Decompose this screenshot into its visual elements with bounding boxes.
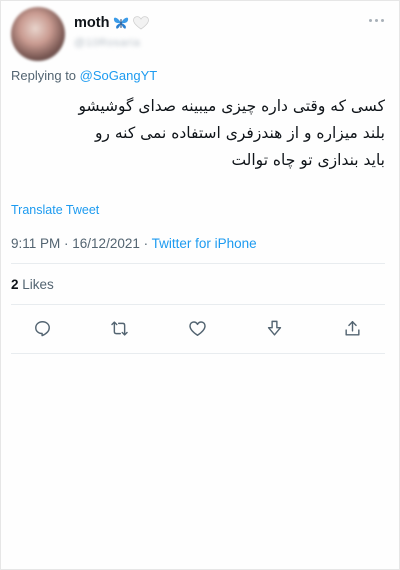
likes-count-link[interactable]: 2 Likes: [11, 277, 54, 292]
tweet-source-link[interactable]: Twitter for iPhone: [152, 236, 257, 251]
retweet-icon: [111, 320, 128, 336]
meta-separator: ·: [139, 236, 152, 251]
dot-icon: [375, 18, 378, 22]
tweet-header: moth @10Rosaria: [11, 7, 389, 63]
divider: [11, 263, 385, 264]
share-button[interactable]: [341, 317, 363, 339]
share-icon: [344, 320, 360, 336]
tweet-time[interactable]: 9:11 PM: [11, 236, 60, 251]
tweet-metadata: 9:11 PM · 16/12/2021 · Twitter for iPhon…: [11, 236, 257, 251]
more-options-button[interactable]: [369, 17, 385, 23]
avatar[interactable]: [11, 7, 65, 61]
tweet-card: moth @10Rosaria Replying to @SoGangYT کس…: [0, 0, 400, 570]
translate-tweet-link[interactable]: Translate Tweet: [11, 203, 99, 217]
divider: [11, 304, 385, 305]
author-name-row[interactable]: moth: [74, 15, 150, 31]
dot-icon: [369, 18, 372, 22]
replying-to-mention-link[interactable]: @SoGangYT: [80, 68, 158, 83]
retweet-button[interactable]: [109, 317, 131, 339]
tweet-actions-bar: [31, 317, 363, 339]
like-button[interactable]: [186, 317, 208, 339]
author-handle[interactable]: @10Rosaria: [74, 37, 164, 49]
author-display-name[interactable]: moth: [74, 15, 109, 31]
replying-to-line: Replying to @SoGangYT: [11, 68, 157, 83]
reply-button[interactable]: [31, 317, 53, 339]
likes-count: 2: [11, 277, 19, 292]
meta-separator: ·: [60, 236, 73, 251]
reply-icon: [34, 320, 50, 336]
bookmark-button[interactable]: [264, 317, 286, 339]
tweet-date[interactable]: 16/12/2021: [72, 236, 140, 251]
tweet-text: کسی که وقتی داره چیزی میبینه صدای گوشیشو…: [13, 93, 386, 174]
replying-to-prefix: Replying to: [11, 68, 77, 83]
dot-icon: [381, 18, 384, 22]
likes-label: Likes: [22, 277, 54, 292]
tweet-text-line: بلند میزاره و از هندزفری استفاده نمی کنه…: [94, 124, 385, 142]
tweet-text-line: کسی که وقتی داره چیزی میبینه صدای گوشیشو: [78, 97, 386, 115]
divider: [11, 353, 385, 354]
bookmark-icon: [267, 320, 282, 336]
like-icon: [188, 320, 206, 336]
tweet-text-line: باید بندازی تو چاه توالت: [231, 151, 385, 169]
white-heart-emoji-icon: [133, 16, 150, 30]
blue-butterfly-emoji-icon: [113, 16, 129, 30]
